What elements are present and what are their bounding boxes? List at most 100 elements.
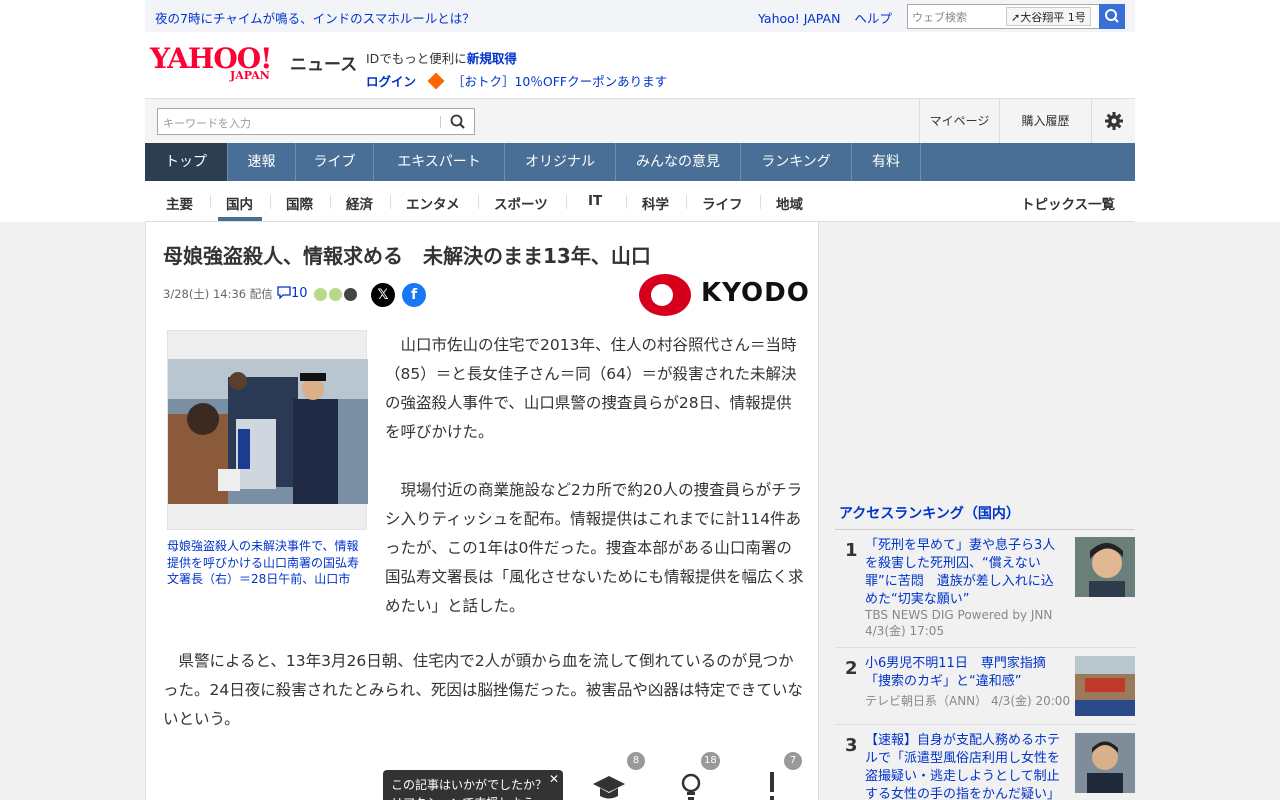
trend-suggestion[interactable]: ➚大谷翔平 1号	[1006, 7, 1091, 26]
ranking-item[interactable]: 2 小6男児不明11日 専門家指摘「捜索のカギ」と“違和感” テレビ朝日系（AN…	[835, 648, 1135, 725]
nav-expert[interactable]: エキスパート	[374, 143, 505, 181]
comments-link[interactable]: 10	[277, 286, 308, 301]
article-paragraph: 山口市佐山の住宅で2013年、住人の村谷照代さん＝当時（85）＝と長女佳子さん＝…	[385, 336, 797, 441]
category-divider	[478, 195, 479, 209]
reaction-think-icon	[329, 288, 342, 301]
nav-top[interactable]: トップ	[145, 143, 228, 181]
category-economy[interactable]: 経済	[346, 193, 373, 213]
keyword-placeholder: キーワードを入力	[163, 117, 251, 130]
web-search-button[interactable]	[1099, 4, 1125, 29]
news-search-row: キーワードを入力 マイページ 購入履歴	[145, 98, 1135, 144]
nav-ranking[interactable]: ランキング	[741, 143, 852, 181]
ranking-source-name: テレビ朝日系（ANN）	[865, 694, 988, 708]
ranking-title: 「死刑を早めて」妻や息子ら3人を殺害した死刑囚、“償えない罪”に苦悶 遺族が差し…	[865, 538, 1056, 607]
category-nav: 主要 国内 国際 経済 エンタメ スポーツ IT 科学 ライフ 地域 トピックス…	[145, 181, 1135, 222]
article-meta: 3/28(土) 14:36 配信	[163, 286, 273, 302]
login-link[interactable]: ログイン	[366, 74, 416, 89]
keyword-input[interactable]: キーワードを入力	[157, 108, 475, 135]
category-life[interactable]: ライフ	[702, 193, 743, 213]
ranking-number: 1	[845, 540, 858, 561]
reaction-learn-icon	[314, 288, 327, 301]
category-main[interactable]: 主要	[166, 193, 193, 213]
article-body-top: 山口市佐山の住宅で2013年、住人の村谷照代さん＝当時（85）＝と長女佳子さん＝…	[385, 331, 805, 650]
nav-paid[interactable]: 有料	[852, 143, 921, 181]
settings-button[interactable]	[1091, 99, 1135, 144]
main-nav: トップ 速報 ライブ エキスパート オリジナル みんなの意見 ランキング 有料	[145, 143, 1135, 181]
login-area: IDでもっと便利に新規取得 ログイン ［おトク］10％OFFクーポンあります	[366, 48, 667, 90]
ranking-source: テレビ朝日系（ANN） 4/3(金) 20:00	[865, 693, 1070, 709]
reaction-think-button[interactable]: 18	[673, 752, 720, 800]
article-delivery: 配信	[249, 287, 273, 301]
article-paragraph: 県警によると、13年3月26日朝、住宅内で2人が頭から血を流して倒れているのが見…	[163, 652, 803, 728]
category-divider	[390, 195, 391, 209]
web-search-placeholder: ウェブ検索	[912, 11, 967, 24]
comment-count: 10	[291, 286, 308, 301]
category-entertainment[interactable]: エンタメ	[406, 193, 460, 213]
access-ranking: アクセスランキング（国内） 1 「死刑を早めて」妻や息子ら3人を殺害した死刑囚、…	[835, 500, 1135, 800]
top-bar: 夜の7時にチャイムが鳴る、インドのスマホルールとは？ Yahoo! JAPAN …	[145, 0, 1135, 32]
help-link[interactable]: ヘルプ	[854, 11, 892, 26]
category-it[interactable]: IT	[588, 193, 602, 209]
ranking-date: 4/3(金) 20:00	[991, 694, 1071, 708]
ranking-date: 4/3(金) 17:05	[865, 624, 945, 638]
ranking-thumbnail	[1075, 733, 1135, 793]
ranking-title: 小6男児不明11日 専門家指摘「捜索のカギ」と“違和感”	[865, 656, 1046, 689]
ranking-source: TBS NEWS DIG Powered by JNN	[865, 608, 1053, 622]
web-search-input[interactable]: ウェブ検索 ➚大谷翔平 1号	[907, 4, 1125, 29]
logo-service: ニュース	[290, 55, 358, 75]
promo-link[interactable]: 夜の7時にチャイムが鳴る、インドのスマホルールとは？	[155, 8, 475, 27]
exclamation-icon	[770, 772, 774, 800]
category-region[interactable]: 地域	[776, 193, 803, 213]
trend-label: 大谷翔平 1号	[1020, 11, 1086, 24]
x-share-icon[interactable]: 𝕏	[371, 283, 395, 307]
trend-arrow-icon: ➚	[1011, 11, 1021, 24]
ranking-thumbnail	[1075, 656, 1135, 716]
ranking-title: 【速報】自身が支配人務めるホテルで「派遣型風俗店利用し女性を盗撮疑い・逃走しよう…	[865, 733, 1061, 800]
category-divider	[270, 195, 271, 209]
article-photo[interactable]	[167, 330, 368, 530]
yahoo-news-logo[interactable]: YAHOO! JAPAN ニュース	[150, 45, 357, 83]
search-icon[interactable]	[449, 113, 467, 131]
provider-name: KYODO	[701, 278, 810, 308]
facebook-share-icon[interactable]: f	[402, 283, 426, 307]
ranking-item[interactable]: 1 「死刑を早めて」妻や息子ら3人を殺害した死刑囚、“償えない罪”に苦悶 遺族が…	[835, 536, 1135, 648]
coupon-link[interactable]: ［おトク］10％OFFクーポンあります	[452, 74, 667, 89]
category-international[interactable]: 国際	[286, 193, 313, 213]
keyword-divider	[440, 116, 441, 128]
signup-link[interactable]: 新規取得	[467, 51, 517, 66]
reaction-learn-button[interactable]: 8	[591, 752, 645, 800]
reaction-count: 8	[627, 752, 645, 770]
article: 母娘強盗殺人、情報求める 未解決のまま13年、山口 3/28(土) 14:36 …	[145, 222, 819, 800]
topics-list-link[interactable]: トピックス一覧	[1021, 193, 1115, 213]
article-date: 3/28(土) 14:36	[163, 287, 247, 301]
reaction-tooltip: この記事はいかがでしたか？ リアクションで支援しよう ✕	[383, 770, 563, 800]
article-title: 母娘強盗殺人、情報求める 未解決のまま13年、山口	[163, 244, 651, 268]
kyodo-logo[interactable]: KYODO	[639, 274, 809, 316]
reaction-new-button[interactable]: 7	[754, 752, 802, 800]
article-paragraph: 現場付近の商業施設など2カ所で約20人の捜査員らがチラシ入りティッシュを配布。情…	[385, 481, 804, 615]
graduation-cap-icon	[593, 776, 625, 799]
purchase-history-link[interactable]: 購入履歴	[999, 99, 1091, 144]
ranking-number: 3	[845, 735, 858, 756]
category-sports[interactable]: スポーツ	[494, 193, 548, 213]
reaction-count: 7	[784, 752, 802, 770]
lightbulb-icon	[681, 773, 701, 800]
category-science[interactable]: 科学	[642, 193, 669, 213]
category-domestic[interactable]: 国内	[226, 193, 253, 213]
id-promo-text: IDでもっと便利に	[366, 51, 467, 66]
active-category-indicator	[218, 217, 262, 221]
ranking-item[interactable]: 3 【速報】自身が支配人務めるホテルで「派遣型風俗店利用し女性を盗撮疑い・逃走し…	[835, 725, 1135, 800]
comment-icon	[277, 286, 291, 300]
nav-breaking[interactable]: 速報	[228, 143, 296, 181]
ranking-number: 2	[845, 658, 858, 679]
nav-opinions[interactable]: みんなの意見	[616, 143, 741, 181]
close-icon[interactable]: ✕	[549, 770, 559, 788]
top-links: Yahoo! JAPAN ヘルプ	[758, 8, 902, 27]
nav-live[interactable]: ライブ	[296, 143, 374, 181]
mypage-link[interactable]: マイページ	[919, 99, 999, 144]
yahoo-japan-link[interactable]: Yahoo! JAPAN	[758, 11, 840, 26]
photo-caption[interactable]: 母娘強盗殺人の未解決事件で、情報提供を呼びかける山口南署の国弘寿文署長（右）＝2…	[167, 538, 367, 588]
nav-original[interactable]: オリジナル	[505, 143, 616, 181]
ranking-header[interactable]: アクセスランキング（国内）	[835, 500, 1135, 530]
coupon-tag-icon	[427, 72, 445, 90]
